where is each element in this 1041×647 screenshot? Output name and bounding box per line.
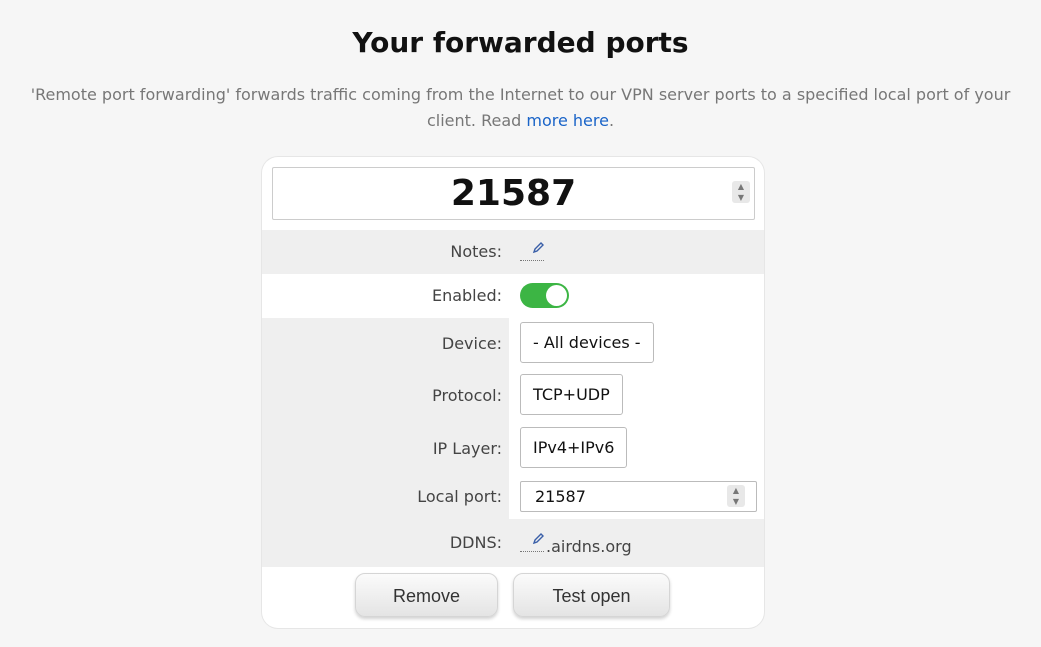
ip-layer-row: IP Layer: IPv4+IPv6 xyxy=(262,422,764,475)
notes-edit-icon[interactable] xyxy=(520,242,544,261)
ip-layer-select[interactable]: IPv4+IPv6 xyxy=(520,427,628,468)
local-port-spinner-icon[interactable]: ▲ ▼ xyxy=(727,485,745,507)
device-label: Device: xyxy=(441,334,502,353)
spin-down-icon[interactable]: ▼ xyxy=(732,192,750,203)
ddns-suffix: .airdns.org xyxy=(546,537,632,556)
local-port-row: Local port: 21587 ▲ ▼ xyxy=(262,475,764,519)
protocol-row: Protocol: TCP+UDP xyxy=(262,369,764,422)
port-card: 21587 ▲ ▼ Notes: Enabled: Device: - All … xyxy=(262,157,764,628)
enabled-toggle[interactable] xyxy=(520,283,569,308)
spin-down-icon[interactable]: ▼ xyxy=(727,496,745,507)
spin-up-icon[interactable]: ▲ xyxy=(732,181,750,192)
port-number-value: 21587 xyxy=(450,173,577,214)
port-spinner-icon[interactable]: ▲ ▼ xyxy=(732,181,750,203)
toggle-knob xyxy=(546,285,567,306)
notes-label: Notes: xyxy=(450,242,502,261)
protocol-label: Protocol: xyxy=(432,386,502,405)
ddns-label: DDNS: xyxy=(449,533,502,552)
page-title: Your forwarded ports xyxy=(352,26,689,59)
ddns-edit-icon[interactable] xyxy=(520,533,544,552)
ddns-row: DDNS: .airdns.org xyxy=(262,519,764,567)
intro-text: 'Remote port forwarding' forwards traffi… xyxy=(20,82,1021,134)
protocol-select[interactable]: TCP+UDP xyxy=(520,374,623,415)
device-select[interactable]: - All devices - xyxy=(520,322,654,363)
local-port-value: 21587 xyxy=(535,487,586,506)
enabled-label: Enabled: xyxy=(431,286,502,305)
spin-up-icon[interactable]: ▲ xyxy=(727,485,745,496)
ip-layer-label: IP Layer: xyxy=(432,439,502,458)
local-port-input[interactable]: 21587 ▲ ▼ xyxy=(520,481,757,512)
more-here-link[interactable]: more here xyxy=(526,111,609,130)
test-open-button[interactable]: Test open xyxy=(513,573,670,617)
enabled-row: Enabled: xyxy=(262,274,764,318)
local-port-label: Local port: xyxy=(417,487,502,506)
intro-end: . xyxy=(608,111,615,130)
intro-body: 'Remote port forwarding' forwards traffi… xyxy=(30,85,1011,130)
port-number-input[interactable]: 21587 ▲ ▼ xyxy=(272,167,755,220)
notes-row: Notes: xyxy=(262,230,764,274)
device-row: Device: - All devices - xyxy=(262,318,764,369)
remove-button[interactable]: Remove xyxy=(355,573,498,617)
